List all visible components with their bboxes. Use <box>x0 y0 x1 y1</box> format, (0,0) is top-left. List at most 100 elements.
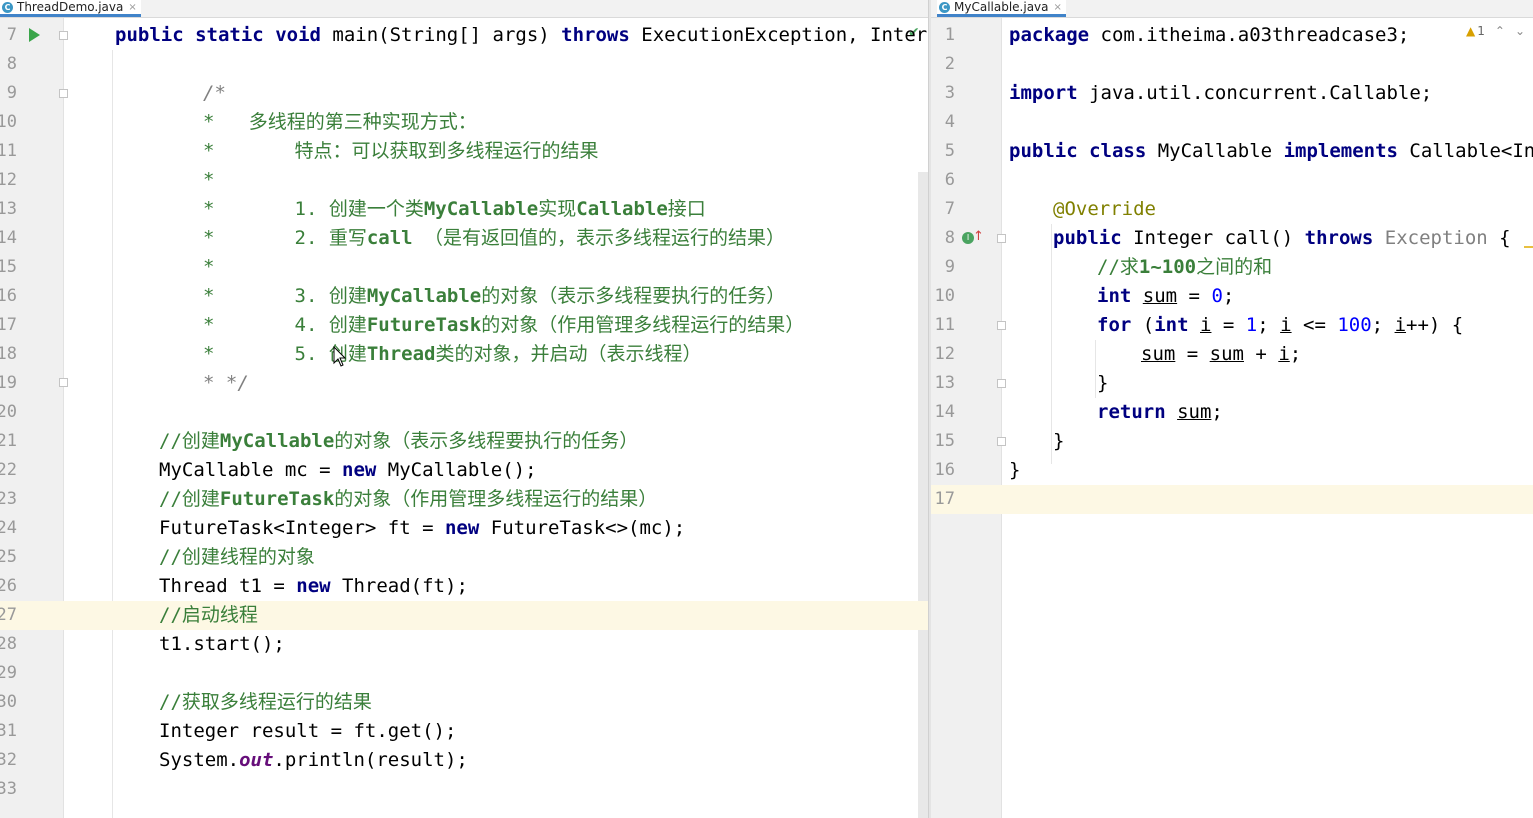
code-line: 22 MyCallable mc = new MyCallable(); <box>0 456 928 485</box>
line-number: 19 <box>0 373 17 393</box>
code-text[interactable]: * 4. 创建FutureTask的对象（作用管理多线程运行的结果） <box>203 311 804 340</box>
code-text[interactable]: //启动线程 <box>159 601 258 630</box>
line-number: 14 <box>0 228 17 248</box>
code-line: 21 //创建MyCallable的对象（表示多线程要执行的任务） <box>0 427 928 456</box>
code-text[interactable]: * 2. 重写call （是有返回值的，表示多线程运行的结果） <box>203 224 785 253</box>
code-line: 29 <box>0 659 928 688</box>
line-number: 3 <box>944 83 955 103</box>
line-number: 15 <box>0 257 17 277</box>
close-tab-icon[interactable]: × <box>128 2 136 13</box>
line-number: 23 <box>0 489 17 509</box>
code-line: 12 * <box>0 166 928 195</box>
code-text[interactable]: return sum; <box>1097 398 1223 427</box>
code-text[interactable]: public Integer call() throws Exception { <box>1053 224 1511 253</box>
line-number: 14 <box>934 402 955 422</box>
code-line: 16 } <box>931 456 1533 485</box>
code-text[interactable]: * 5. 创建Thread类的对象，并启动（表示线程） <box>203 340 702 369</box>
code-line: 30 //获取多线程运行的结果 <box>0 688 928 717</box>
right-editor-pane: C MyCallable.java × 1 package com.itheim… <box>931 0 1533 818</box>
line-number: 24 <box>0 518 17 538</box>
code-text[interactable]: * 1. 创建一个类MyCallable实现Callable接口 <box>203 195 706 224</box>
code-text[interactable]: //求1~100之间的和 <box>1097 253 1272 282</box>
code-text[interactable]: //创建FutureTask的对象（作用管理多线程运行的结果） <box>159 485 657 514</box>
line-number: 30 <box>0 692 17 712</box>
line-number: 2 <box>944 54 955 74</box>
line-number: 17 <box>934 489 955 509</box>
code-text[interactable]: * 3. 创建MyCallable的对象（表示多线程要执行的任务） <box>203 282 785 311</box>
line-number: 29 <box>0 663 17 683</box>
line-number: 25 <box>0 547 17 567</box>
code-text[interactable]: } <box>1053 427 1064 456</box>
code-line: 7 @Override <box>931 195 1533 224</box>
code-line: 32 System.out.println(result); <box>0 746 928 775</box>
code-text[interactable]: import java.util.concurrent.Callable; <box>1009 79 1432 108</box>
warning-icon: ▲ <box>1466 24 1476 38</box>
code-text[interactable]: package com.itheima.a03threadcase3; <box>1009 21 1409 50</box>
tab-mycallable[interactable]: C MyCallable.java × <box>937 0 1066 17</box>
code-text[interactable]: @Override <box>1053 195 1156 224</box>
code-text[interactable]: public class MyCallable implements Calla… <box>1009 137 1533 166</box>
code-text[interactable]: //创建线程的对象 <box>159 543 315 572</box>
code-text[interactable]: MyCallable mc = new MyCallable(); <box>159 456 537 485</box>
code-line: 25 //创建线程的对象 <box>0 543 928 572</box>
line-number: 11 <box>934 315 955 335</box>
code-text[interactable]: Thread t1 = new Thread(ft); <box>159 572 468 601</box>
arrow-up-icon[interactable]: ↑ <box>973 229 984 244</box>
close-tab-icon[interactable]: × <box>1054 2 1062 13</box>
chevron-down-icon[interactable]: ⌄ <box>1515 24 1525 38</box>
code-text[interactable]: int sum = 0; <box>1097 282 1234 311</box>
line-number: 13 <box>934 373 955 393</box>
code-line: 11 * 特点：可以获取到多线程运行的结果 <box>0 137 928 166</box>
code-text[interactable]: * */ <box>203 369 249 398</box>
line-number: 8 <box>6 54 17 74</box>
inspection-widget[interactable]: ▲ 1 ⌃ ⌄ <box>1466 24 1525 38</box>
class-file-icon: C <box>2 1 13 13</box>
code-text[interactable]: System.out.println(result); <box>159 746 468 775</box>
code-line: 8 <box>0 50 928 79</box>
code-line: 14 return sum; <box>931 398 1533 427</box>
line-number: 4 <box>944 112 955 132</box>
code-text[interactable]: * 特点：可以获取到多线程运行的结果 <box>203 137 599 166</box>
tab-label: ThreadDemo.java <box>17 0 124 14</box>
line-number: 18 <box>0 344 17 364</box>
tab-threaddemo[interactable]: C ThreadDemo.java × <box>0 0 141 17</box>
code-text[interactable]: * <box>203 166 214 195</box>
code-text[interactable]: //创建MyCallable的对象（表示多线程要执行的任务） <box>159 427 638 456</box>
code-line: 15 * <box>0 253 928 282</box>
code-line: 31 Integer result = ft.get(); <box>0 717 928 746</box>
line-number: 6 <box>944 170 955 190</box>
code-text[interactable]: public static void main(String[] args) t… <box>115 21 928 50</box>
code-line: 4 <box>931 108 1533 137</box>
line-number: 11 <box>0 141 17 161</box>
code-text[interactable]: t1.start(); <box>159 630 285 659</box>
line-number: 13 <box>0 199 17 219</box>
line-number: 8 <box>944 228 955 248</box>
code-line: 9 //求1~100之间的和 <box>931 253 1533 282</box>
code-line: 15 } <box>931 427 1533 456</box>
code-text[interactable]: Integer result = ft.get(); <box>159 717 456 746</box>
code-text[interactable]: } <box>1009 456 1020 485</box>
line-number: 1 <box>944 25 955 45</box>
line-number: 17 <box>0 315 17 335</box>
chevron-up-icon[interactable]: ⌃ <box>1495 24 1505 38</box>
error-stripe-marker[interactable] <box>1524 246 1533 248</box>
code-text[interactable]: * <box>203 253 214 282</box>
code-text[interactable]: for (int i = 1; i <= 100; i++) { <box>1097 311 1463 340</box>
left-code-lines: 7 public static void main(String[] args)… <box>0 21 928 804</box>
line-number: 31 <box>0 721 17 741</box>
line-number: 10 <box>934 286 955 306</box>
code-text[interactable]: FutureTask<Integer> ft = new FutureTask<… <box>159 514 685 543</box>
left-editor-pane: C ThreadDemo.java × ✔ 7 public static vo… <box>0 0 928 818</box>
code-line: 9 /* <box>0 79 928 108</box>
line-number: 7 <box>6 25 17 45</box>
code-text[interactable]: } <box>1097 369 1108 398</box>
right-code-lines: 1 package com.itheima.a03threadcase3; 2 … <box>931 21 1533 514</box>
code-text[interactable]: sum = sum + i; <box>1141 340 1301 369</box>
code-line: 10 int sum = 0; <box>931 282 1533 311</box>
code-line: 13 } <box>931 369 1533 398</box>
code-text[interactable]: //获取多线程运行的结果 <box>159 688 372 717</box>
code-text[interactable]: /* <box>203 79 226 108</box>
code-text[interactable]: * 多线程的第三种实现方式： <box>203 108 477 137</box>
line-number: 15 <box>934 431 955 451</box>
code-line: 18 * 5. 创建Thread类的对象，并启动（表示线程） <box>0 340 928 369</box>
